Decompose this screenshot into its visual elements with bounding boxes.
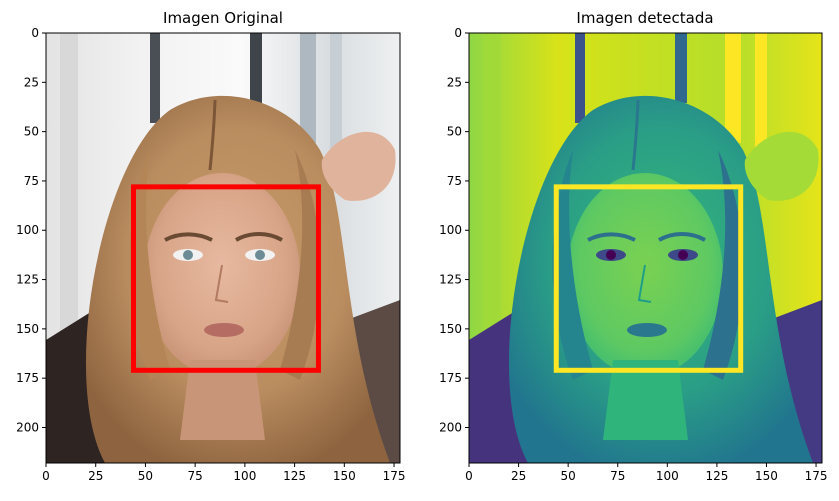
y-tick-label: 25 xyxy=(24,75,39,89)
x-tick-label: 100 xyxy=(656,469,679,483)
y-tick-label: 25 xyxy=(447,75,462,89)
x-tick-label: 125 xyxy=(705,469,728,483)
y-tick-label: 75 xyxy=(24,174,39,188)
y-axis: 0 25 50 75 100 125 150 175 200 xyxy=(439,26,469,434)
y-tick-label: 0 xyxy=(31,26,39,40)
x-tick-label: 25 xyxy=(511,469,526,483)
y-tick-label: 75 xyxy=(447,174,462,188)
panel-detected: Imagen detectada 0 25 50 75 100 125 150 … xyxy=(439,9,827,483)
y-tick-label: 50 xyxy=(447,125,462,139)
y-tick-label: 200 xyxy=(439,420,462,434)
y-tick-label: 150 xyxy=(16,322,39,336)
x-axis: 0 25 50 75 100 125 150 175 xyxy=(465,463,828,483)
y-tick-label: 0 xyxy=(454,26,462,40)
x-tick-label: 175 xyxy=(805,469,828,483)
x-tick-label: 50 xyxy=(138,469,153,483)
panel-original: Imagen Original 0 25 50 75 100 125 150 1… xyxy=(16,9,405,483)
y-tick-label: 100 xyxy=(16,223,39,237)
y-tick-label: 150 xyxy=(439,322,462,336)
x-tick-label: 100 xyxy=(233,469,256,483)
x-tick-label: 150 xyxy=(333,469,356,483)
x-tick-label: 75 xyxy=(188,469,203,483)
x-axis: 0 25 50 75 100 125 150 175 xyxy=(42,463,405,483)
original-photo xyxy=(46,33,400,463)
y-axis: 0 25 50 75 100 125 150 175 200 xyxy=(16,26,46,434)
y-tick-label: 175 xyxy=(439,371,462,385)
x-tick-label: 0 xyxy=(465,469,473,483)
y-tick-label: 125 xyxy=(16,273,39,287)
figure: Imagen Original 0 25 50 75 100 125 150 1… xyxy=(16,9,827,483)
x-tick-label: 75 xyxy=(610,469,625,483)
panel-title: Imagen detectada xyxy=(576,9,713,27)
x-tick-label: 25 xyxy=(88,469,103,483)
y-tick-label: 125 xyxy=(439,273,462,287)
x-tick-label: 150 xyxy=(755,469,778,483)
x-tick-label: 0 xyxy=(42,469,50,483)
x-tick-label: 125 xyxy=(283,469,306,483)
x-tick-label: 50 xyxy=(561,469,576,483)
y-tick-label: 100 xyxy=(439,223,462,237)
detected-photo xyxy=(469,33,822,463)
y-tick-label: 50 xyxy=(24,125,39,139)
y-tick-label: 175 xyxy=(16,371,39,385)
x-tick-label: 175 xyxy=(383,469,406,483)
panel-title: Imagen Original xyxy=(163,9,283,27)
y-tick-label: 200 xyxy=(16,420,39,434)
